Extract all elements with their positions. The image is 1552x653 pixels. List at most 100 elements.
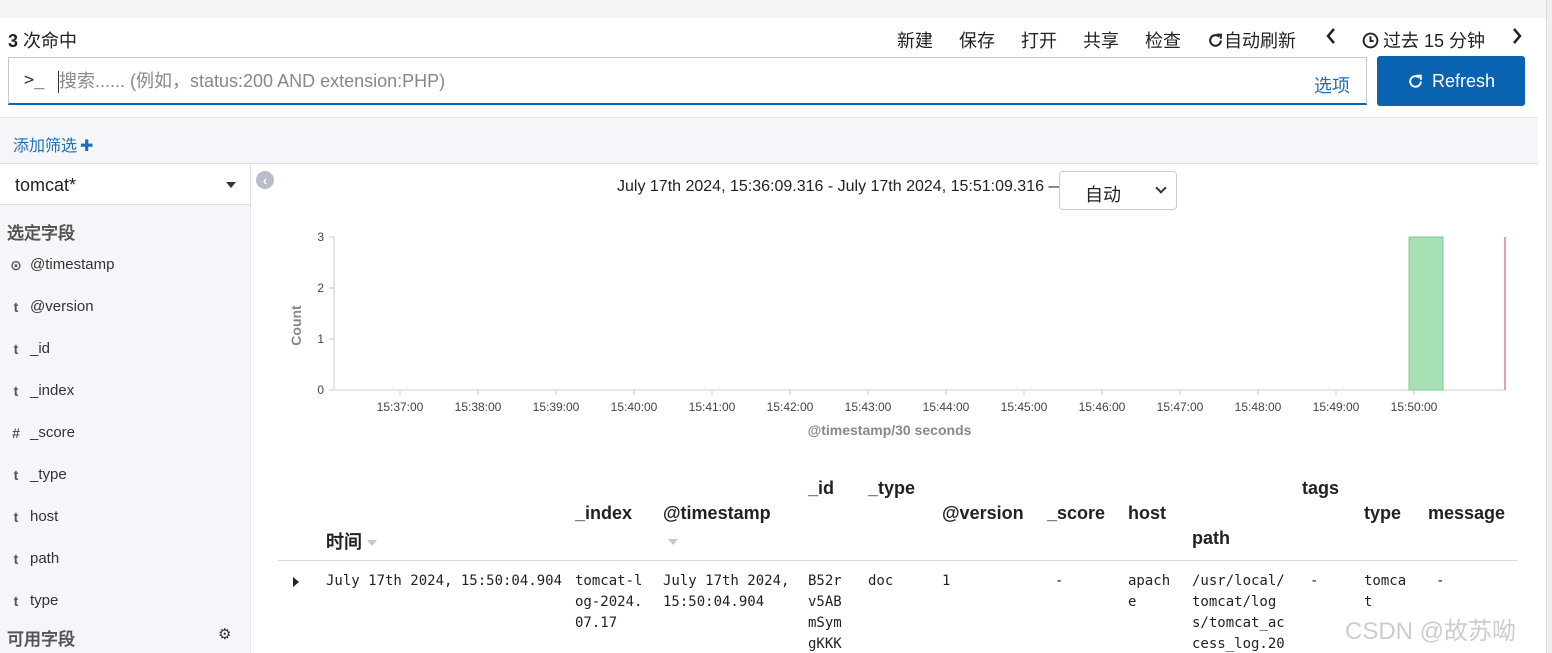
histogram-time-range: July 17th 2024, 15:36:09.316 - July 17th… <box>617 178 1065 195</box>
chevron-left-icon[interactable] <box>1324 26 1338 51</box>
field-name: _score <box>30 424 76 441</box>
y-tick-label: 2 <box>317 281 324 295</box>
field-item[interactable]: t _id <box>0 335 251 365</box>
top-menu: 新建 保存 打开 共享 检查 自动刷新 过去 15 分钟 <box>0 26 1552 51</box>
field-name: path <box>30 550 60 567</box>
x-tick-label: 15:43:00 <box>845 400 892 414</box>
cell-type-meta: doc <box>868 573 894 589</box>
y-tick-label: 0 <box>317 383 324 397</box>
field-name: _id <box>30 340 51 357</box>
x-tick-label: 15:45:00 <box>1001 400 1048 414</box>
string-field-icon: t <box>13 299 19 315</box>
x-tick-label: 15:49:00 <box>1313 400 1360 414</box>
clock-field-icon: ⊙ <box>10 257 22 273</box>
x-tick-label: 15:42:00 <box>767 400 814 414</box>
x-tick-label: 15:38:00 <box>455 400 502 414</box>
add-filter-link[interactable]: 添加筛选 ✚ <box>13 132 93 156</box>
query-prompt-icon: >_ <box>24 70 45 90</box>
field-name: @version <box>30 298 94 315</box>
cell-type: tomca t <box>1364 573 1407 610</box>
menu-new[interactable]: 新建 <box>897 27 933 53</box>
auto-refresh-label: 自动刷新 <box>1224 31 1296 51</box>
number-field-icon: # <box>12 425 20 441</box>
cell-version: 1 <box>942 573 951 589</box>
search-input[interactable] <box>59 66 1289 96</box>
auto-refresh-button[interactable]: 自动刷新 <box>1207 27 1296 53</box>
available-fields-heading: 可用字段 <box>7 630 75 649</box>
field-item[interactable]: t _type <box>0 461 251 491</box>
field-item[interactable]: t _index <box>0 377 251 407</box>
x-tick-label: 15:44:00 <box>923 400 970 414</box>
x-tick-label: 15:40:00 <box>611 400 658 414</box>
column-header-path[interactable]: path <box>1192 528 1230 549</box>
y-tick-label: 1 <box>317 332 324 346</box>
table-divider <box>278 560 1518 561</box>
column-header-type[interactable]: type <box>1364 503 1401 524</box>
options-link[interactable]: 选项 <box>1314 72 1350 98</box>
cell-score: - <box>1055 573 1064 589</box>
column-header-index[interactable]: _index <box>575 503 632 524</box>
field-sidebar: tomcat* 选定字段 ⊙ @timestamp t @version t _id … <box>0 165 251 653</box>
string-field-icon: t <box>13 341 19 357</box>
column-header-score[interactable]: _score <box>1047 503 1105 524</box>
y-axis-title: Count <box>288 305 304 346</box>
field-name: @timestamp <box>30 256 115 273</box>
menu-inspect[interactable]: 检查 <box>1145 27 1181 53</box>
refresh-label: Refresh <box>1431 70 1496 91</box>
column-header-version[interactable]: @version <box>942 503 1024 524</box>
field-item[interactable]: t type <box>0 587 251 617</box>
sort-caret-icon[interactable] <box>668 539 678 545</box>
y-tick-label: 3 <box>317 230 324 244</box>
chevron-right-icon[interactable] <box>1510 26 1524 51</box>
field-item[interactable]: # _score <box>0 419 251 449</box>
cell-id: B52r v5AB mSym gKKK <box>808 573 842 652</box>
x-tick-label: 15:41:00 <box>689 400 736 414</box>
cell-timestamp: July 17th 2024, 15:50:04.904 <box>663 573 790 610</box>
refresh-icon <box>1409 74 1422 88</box>
cell-path: /usr/local/ tomcat/log s/tomcat_ac cess_… <box>1192 573 1285 652</box>
column-header-type-meta[interactable]: _type <box>868 478 915 499</box>
plus-icon: ✚ <box>80 138 94 155</box>
refresh-icon <box>1209 33 1222 47</box>
column-header-id[interactable]: _id <box>808 478 834 499</box>
refresh-button[interactable]: Refresh <box>1377 56 1525 106</box>
menu-open[interactable]: 打开 <box>1021 27 1057 53</box>
string-field-icon: t <box>13 593 19 609</box>
collapse-sidebar-icon[interactable]: ‹ <box>256 171 274 189</box>
field-item[interactable]: ⊙ @timestamp <box>0 251 251 281</box>
cell-time: July 17th 2024, 15:50:04.904 <box>326 573 563 589</box>
cell-index: tomcat-l og-2024. 07.17 <box>575 573 643 631</box>
cell-message: - <box>1436 573 1445 589</box>
chevron-down-icon <box>1155 182 1167 194</box>
field-item[interactable]: t @version <box>0 293 251 323</box>
field-item[interactable]: t host <box>0 503 251 533</box>
string-field-icon: t <box>13 551 19 567</box>
column-header-message[interactable]: message <box>1428 503 1505 524</box>
interval-select[interactable]: 自动 <box>1059 171 1177 210</box>
time-range-label: 过去 15 分钟 <box>1383 31 1486 51</box>
x-tick-label: 15:50:00 <box>1391 400 1438 414</box>
sort-caret-icon[interactable] <box>367 540 377 547</box>
menu-save[interactable]: 保存 <box>959 27 995 53</box>
expand-row-icon[interactable] <box>293 577 299 587</box>
index-pattern-select[interactable]: tomcat* <box>0 165 251 205</box>
field-name: type <box>30 592 59 609</box>
watermark: CSDN @故苏呦 <box>1345 618 1517 645</box>
time-picker-button[interactable]: 过去 15 分钟 <box>1362 27 1485 53</box>
field-name: _index <box>30 382 75 399</box>
menu-share[interactable]: 共享 <box>1083 27 1119 53</box>
window-scrollbar[interactable] <box>1546 0 1552 653</box>
histogram-chart[interactable]: 0 1 2 3 15:37:00 15:38:00 15:39:00 15:40:00 15:4… <box>280 225 1530 445</box>
field-item[interactable]: t path <box>0 545 251 575</box>
column-header-time[interactable]: 时间 <box>326 528 377 554</box>
gear-icon[interactable]: ⚙ <box>218 625 231 643</box>
caret-down-icon <box>226 182 236 188</box>
field-name: _type <box>30 466 67 483</box>
column-header-host[interactable]: host <box>1128 503 1166 524</box>
column-label: 时间 <box>326 532 362 552</box>
index-pattern-value: tomcat* <box>15 175 77 195</box>
string-field-icon: t <box>13 383 19 399</box>
column-header-tags[interactable]: tags <box>1302 478 1339 499</box>
column-header-timestamp[interactable]: @timestamp <box>663 503 771 524</box>
top-strip <box>0 0 1552 18</box>
